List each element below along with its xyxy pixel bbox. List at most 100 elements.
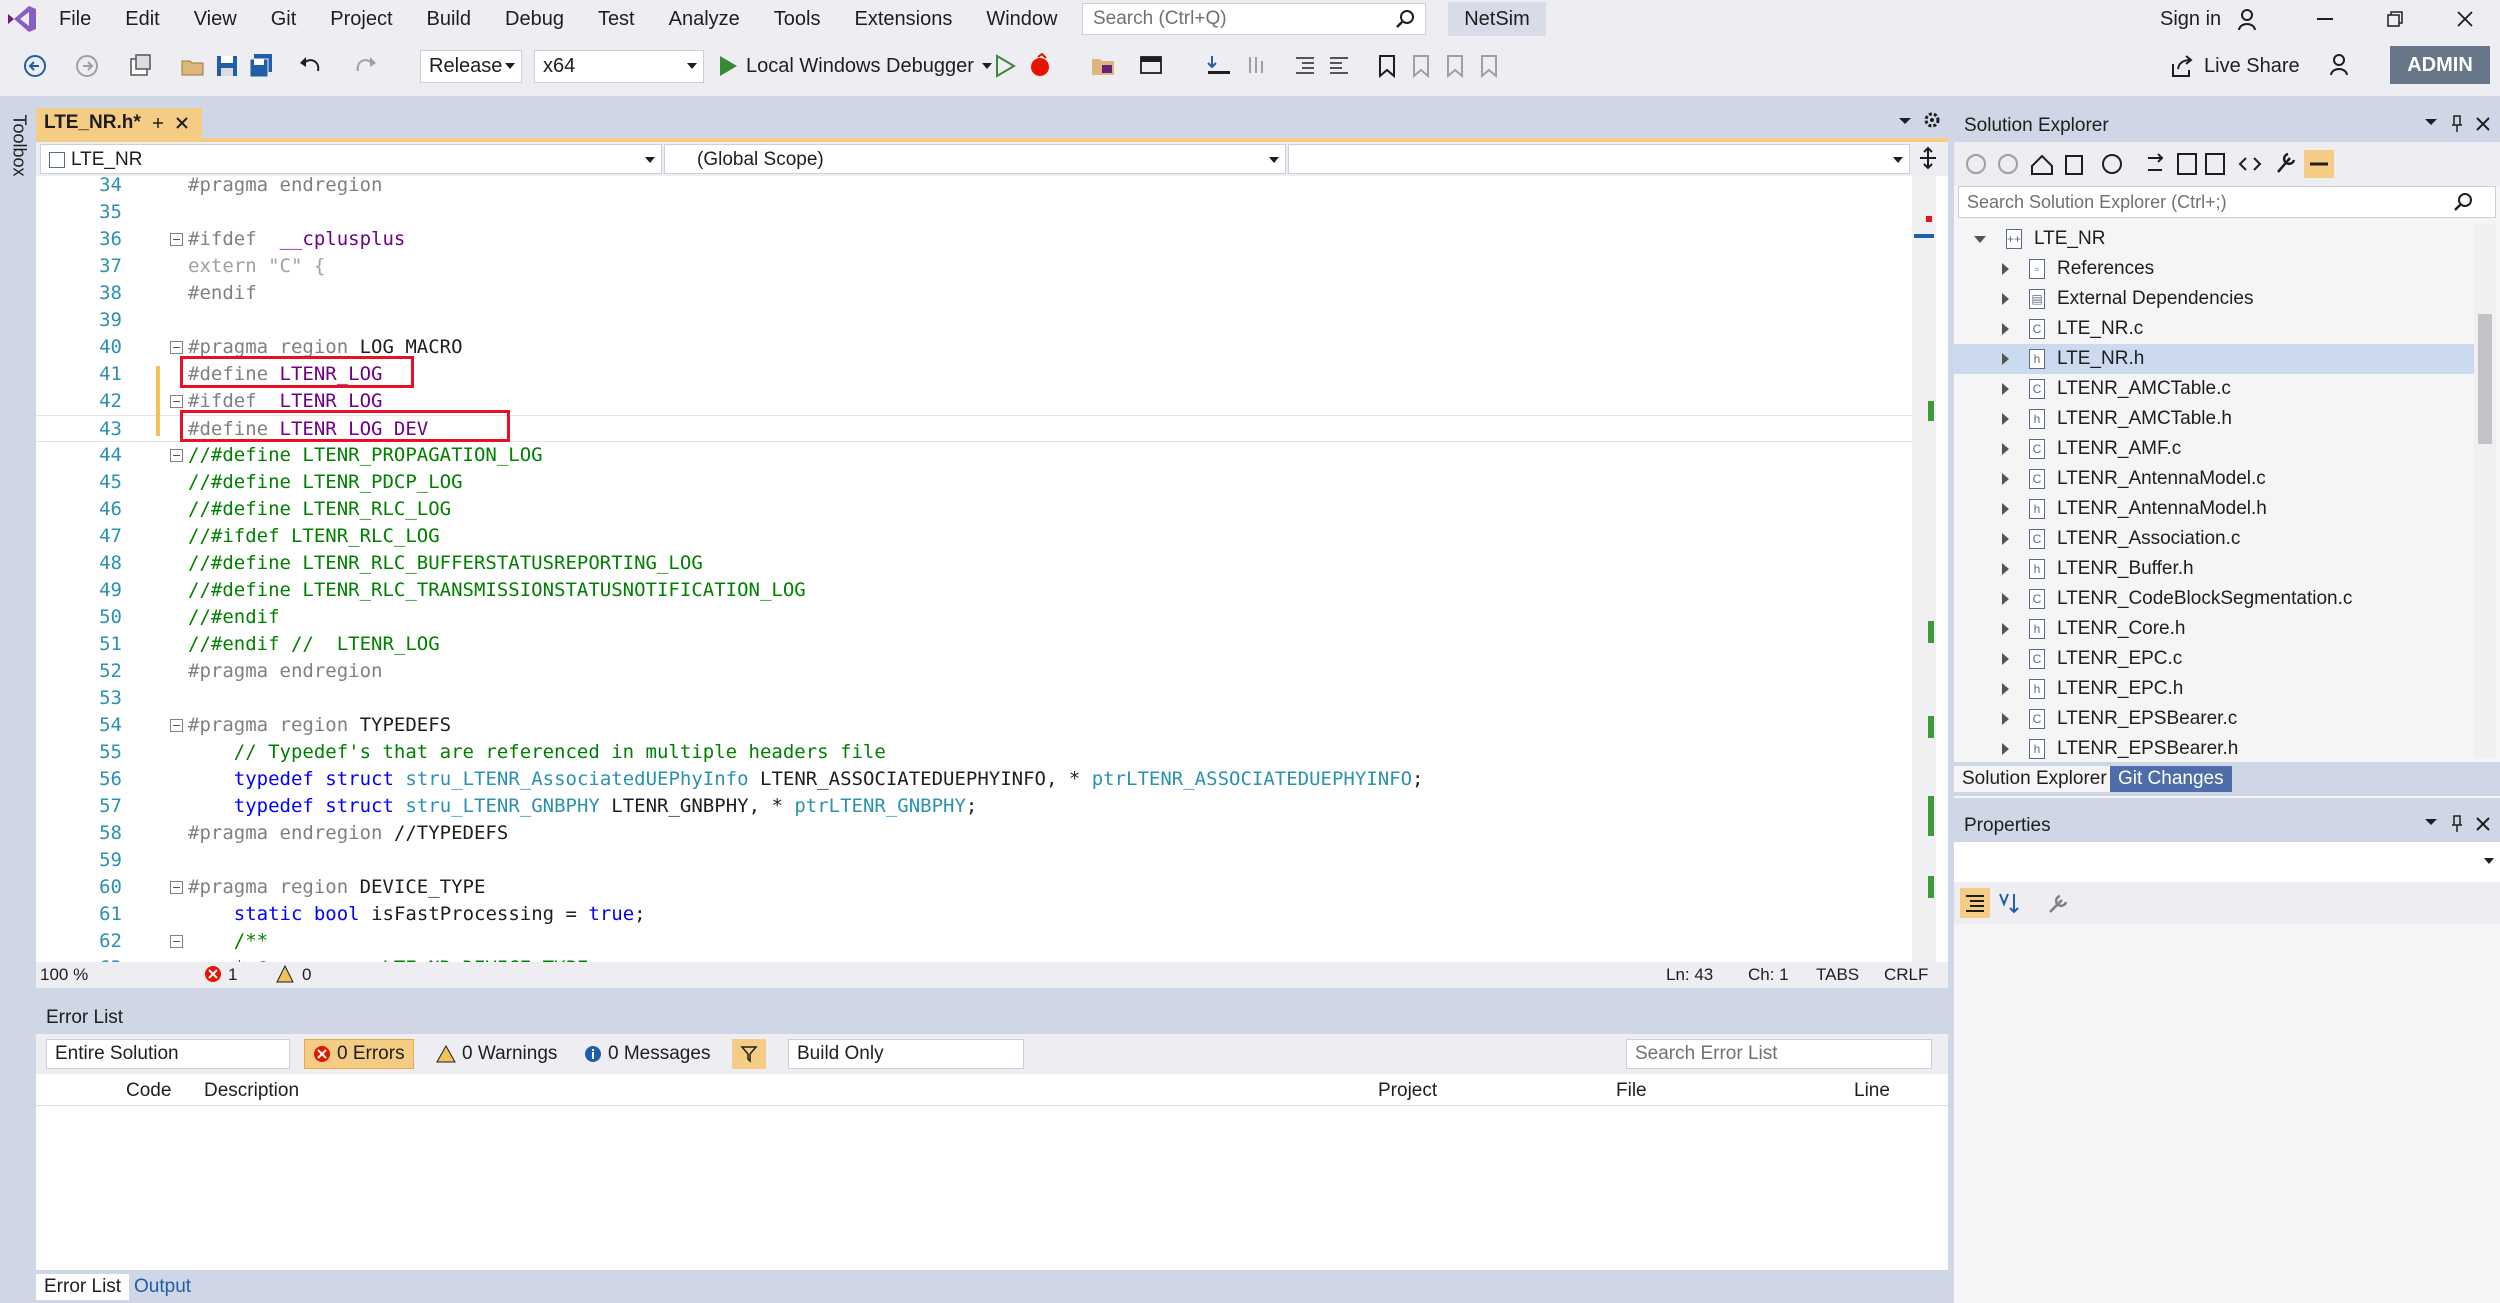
open-file-icon[interactable] xyxy=(180,53,206,79)
menu-project[interactable]: Project xyxy=(313,0,409,38)
column-header-description[interactable]: Description xyxy=(204,1080,299,1102)
back-icon[interactable] xyxy=(22,53,48,79)
tree-item[interactable]: h LTENR_AntennaModel.h xyxy=(1954,494,2474,524)
code-line[interactable]: 63 * @enum enum LTE_NR_DEVICE_TYPE xyxy=(36,955,1916,962)
outdent-icon[interactable] xyxy=(1326,53,1352,79)
tree-item[interactable]: ▫ References xyxy=(1954,254,2474,284)
admin-badge[interactable]: ADMIN xyxy=(2390,46,2490,84)
fold-toggle-icon[interactable] xyxy=(170,233,183,246)
code-line[interactable]: 51 //#endif // LTENR_LOG xyxy=(36,631,1916,658)
fold-toggle-icon[interactable] xyxy=(170,395,183,408)
menu-git[interactable]: Git xyxy=(254,0,314,38)
tree-item[interactable]: C LTENR_AMCTable.c xyxy=(1954,374,2474,404)
new-project-icon[interactable] xyxy=(128,53,154,79)
expand-arrow-icon[interactable] xyxy=(2002,623,2009,635)
code-line[interactable]: 56 typedef struct stru_LTENR_AssociatedU… xyxy=(36,766,1916,793)
line-ending[interactable]: CRLF xyxy=(1884,965,1928,985)
close-panel-icon[interactable] xyxy=(2476,117,2490,131)
fold-toggle-icon[interactable] xyxy=(170,449,183,462)
tree-item[interactable]: h LTENR_Core.h xyxy=(1954,614,2474,644)
expand-arrow-icon[interactable] xyxy=(2002,473,2009,485)
column-header-project[interactable]: Project xyxy=(1378,1080,1437,1102)
tree-item[interactable]: C LTENR_EPC.c xyxy=(1954,644,2474,674)
pin-panel-icon[interactable] xyxy=(2450,815,2464,833)
tree-item[interactable]: h LTENR_EPC.h xyxy=(1954,674,2474,704)
filter-icon[interactable] xyxy=(732,1039,766,1069)
expand-arrow-icon[interactable] xyxy=(2002,383,2009,395)
code-line[interactable]: 36 #ifdef __cplusplus xyxy=(36,226,1916,253)
sign-in-link[interactable]: Sign in xyxy=(2160,0,2261,38)
menu-tools[interactable]: Tools xyxy=(757,0,838,38)
code-line[interactable]: 62 /** xyxy=(36,928,1916,955)
expand-arrow-icon[interactable] xyxy=(2002,443,2009,455)
hot-reload-icon[interactable] xyxy=(1028,53,1054,79)
menu-build[interactable]: Build xyxy=(410,0,488,38)
expand-arrow-icon[interactable] xyxy=(2002,743,2009,755)
code-line[interactable]: 57 typedef struct stru_LTENR_GNBPHY LTEN… xyxy=(36,793,1916,820)
fold-toggle-icon[interactable] xyxy=(170,881,183,894)
layout-icon[interactable] xyxy=(1138,53,1164,79)
expand-arrow-icon[interactable] xyxy=(2002,563,2009,575)
error-count-icon[interactable] xyxy=(204,965,222,983)
scope-combo[interactable]: (Global Scope) xyxy=(664,144,1286,174)
solution-tree-scrollbar[interactable] xyxy=(2474,224,2496,758)
tree-item[interactable]: h LTENR_AMCTable.h xyxy=(1954,404,2474,434)
forward-icon[interactable] xyxy=(74,53,100,79)
code-line[interactable]: 61 static bool isFastProcessing = true; xyxy=(36,901,1916,928)
menu-view[interactable]: View xyxy=(177,0,254,38)
code-line[interactable]: 48 //#define LTENR_RLC_BUFFERSTATUSREPORT… xyxy=(36,550,1916,577)
error-scope-select[interactable]: Entire Solution xyxy=(46,1039,290,1069)
tab-list-dropdown-icon[interactable] xyxy=(1898,116,1912,126)
property-pages-icon[interactable] xyxy=(2046,890,2072,916)
code-line[interactable]: 37 extern "C" { xyxy=(36,253,1916,280)
live-share-button[interactable]: Live Share xyxy=(2170,48,2300,84)
tab-lte-nr-h[interactable]: LTE_NR.h* xyxy=(36,108,202,138)
zoom-level[interactable]: 100 % xyxy=(40,965,88,985)
save-all-icon[interactable] xyxy=(248,53,274,79)
error-search-input[interactable]: Search Error List xyxy=(1626,1039,1932,1069)
fold-toggle-icon[interactable] xyxy=(170,935,183,948)
menu-edit[interactable]: Edit xyxy=(108,0,176,38)
solution-folder-icon[interactable] xyxy=(1090,53,1116,79)
menu-window[interactable]: Window xyxy=(969,0,1074,38)
code-line[interactable]: 47 //#ifdef LTENR_RLC_LOG xyxy=(36,523,1916,550)
expand-arrow-icon[interactable] xyxy=(2002,593,2009,605)
column-header-code[interactable]: Code xyxy=(126,1080,171,1102)
clear-bookmarks-icon[interactable] xyxy=(1476,53,1502,79)
code-line[interactable]: 55 // Typedef's that are referenced in m… xyxy=(36,739,1916,766)
code-line[interactable]: 54 #pragma region TYPEDEFS xyxy=(36,712,1916,739)
menu-file[interactable]: File xyxy=(42,0,108,38)
start-debugging-button[interactable]: Local Windows Debugger xyxy=(718,48,992,84)
errors-filter-button[interactable]: 0 Errors xyxy=(304,1039,414,1069)
expand-arrow-icon[interactable] xyxy=(2002,503,2009,515)
fold-toggle-icon[interactable] xyxy=(170,341,183,354)
visual-studio-logo-icon[interactable] xyxy=(6,5,38,33)
messages-filter-button[interactable]: 0 Messages xyxy=(576,1039,718,1069)
tree-item[interactable]: C LTENR_Association.c xyxy=(1954,524,2474,554)
dropdown-icon[interactable] xyxy=(2424,817,2438,827)
build-filter-select[interactable]: Build Only xyxy=(788,1039,1024,1069)
close-window-button[interactable] xyxy=(2430,0,2500,38)
warning-count-icon[interactable] xyxy=(276,965,294,983)
start-without-debugging-icon[interactable] xyxy=(992,53,1018,79)
categorized-icon[interactable] xyxy=(1960,888,1990,918)
tab-solution-explorer[interactable]: Solution Explorer xyxy=(1954,766,2115,792)
expand-arrow-icon[interactable] xyxy=(2002,713,2009,725)
warnings-filter-button[interactable]: 0 Warnings xyxy=(428,1039,565,1069)
code-line[interactable]: 53 xyxy=(36,685,1916,712)
menu-extensions[interactable]: Extensions xyxy=(837,0,969,38)
tree-item[interactable]: h LTENR_EPSBearer.h xyxy=(1954,734,2474,764)
tab-error-list[interactable]: Error List xyxy=(36,1274,130,1300)
tree-item[interactable]: C LTE_NR.c xyxy=(1954,314,2474,344)
tree-item[interactable]: C LTENR_CodeBlockSegmentation.c xyxy=(1954,584,2474,614)
pin-panel-icon[interactable] xyxy=(2450,115,2464,133)
code-line[interactable]: 59 xyxy=(36,847,1916,874)
split-editor-icon[interactable] xyxy=(1918,146,1938,170)
expand-arrow-icon[interactable] xyxy=(1974,235,1986,243)
code-line[interactable]: 45 //#define LTENR_PDCP_LOG xyxy=(36,469,1916,496)
expand-arrow-icon[interactable] xyxy=(2002,653,2009,665)
next-bookmark-icon[interactable] xyxy=(1442,53,1468,79)
expand-arrow-icon[interactable] xyxy=(2002,293,2009,305)
column-header-line[interactable]: Line xyxy=(1854,1080,1890,1102)
code-line[interactable]: 44 //#define LTENR_PROPAGATION_LOG xyxy=(36,442,1916,469)
